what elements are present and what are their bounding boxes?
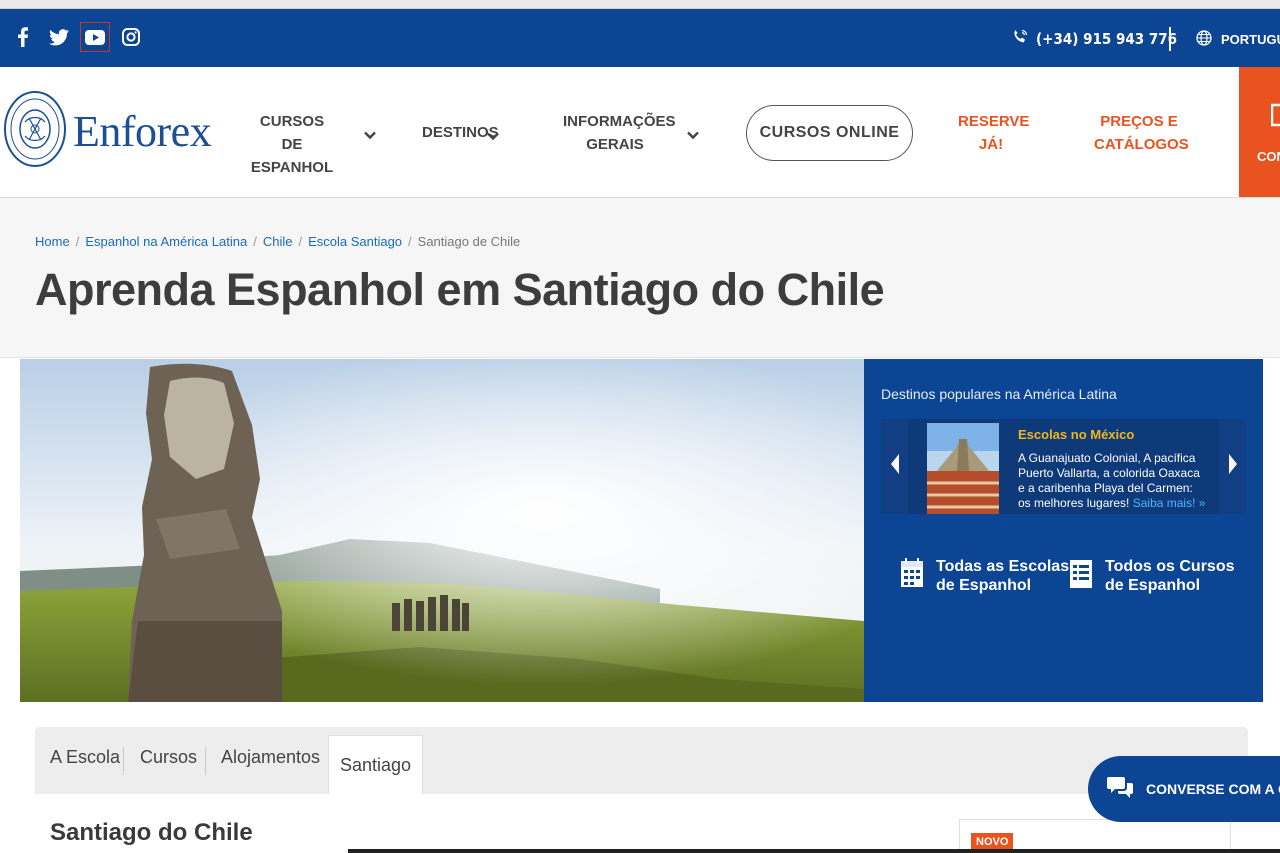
main-header: Enforex CURSOS DE ESPANHOL DESTINOS INFO…: [0, 67, 1280, 198]
tab-a-escola[interactable]: A Escola: [50, 747, 120, 768]
mail-icon: [1270, 103, 1280, 130]
carousel-card-title[interactable]: Escolas no México: [1018, 427, 1134, 442]
link-line1: Todas as Escolas: [936, 558, 1070, 575]
main-content: Destinos populares na América Latina Esc…: [20, 359, 1263, 853]
section-title: Santiago do Chile: [50, 819, 253, 846]
nav-label-line1: RESERVE: [958, 113, 1030, 130]
breadcrumb: Home / Espanhol na América Latina / Chil…: [35, 234, 520, 249]
carousel-prev-button[interactable]: [881, 419, 908, 514]
top-bar: (+34) 915 943 776 PORTUGU: [0, 9, 1280, 67]
breadcrumb-separator: /: [408, 234, 412, 249]
destinations-carousel: Escolas no México A Guanajuato Colonial,…: [881, 419, 1246, 514]
calendar-icon: [900, 557, 924, 594]
browser-strip: [0, 0, 1280, 9]
chevron-right-icon: [1227, 453, 1239, 480]
sidebar-card: NOVO: [959, 819, 1231, 853]
breadcrumb-separator: /: [75, 234, 80, 249]
mexico-pyramid-thumbnail[interactable]: [927, 423, 999, 514]
tab-santiago[interactable]: Santiago: [328, 735, 423, 794]
breadcrumb-home[interactable]: Home: [35, 234, 70, 249]
page-bottom-edge: [348, 849, 1280, 853]
nav-label-line2: ESPANHOL: [250, 159, 334, 176]
breadcrumb-espanhol-america-latina[interactable]: Espanhol na América Latina: [85, 234, 247, 249]
nav-precos-catalogos[interactable]: PREÇOS E CATÁLOGOS: [1094, 110, 1189, 156]
topbar-divider: [1169, 27, 1171, 51]
link-line2: de Espanhol: [936, 577, 1032, 594]
carousel-card-text: A Guanajuato Colonial, A pacífica Puerto…: [1018, 451, 1206, 511]
breadcrumb-current: Santiago de Chile: [417, 234, 521, 249]
link-line1: Todos os Cursos: [1105, 558, 1235, 575]
chat-bubbles-icon: [1106, 774, 1134, 805]
chevron-down-icon[interactable]: [364, 127, 376, 145]
todas-escolas-label: Todas as Escolas de Espanhol: [936, 557, 1069, 595]
logo-text[interactable]: Enforex: [73, 106, 212, 157]
breadcrumb-escola-santiago[interactable]: Escola Santiago: [308, 234, 402, 249]
promo-label: Destinos populares na América Latina: [881, 386, 1117, 402]
document-list-icon: [1069, 557, 1093, 594]
saiba-mais-link[interactable]: Saiba mais! »: [1133, 496, 1206, 510]
tabs-bar: A Escola Cursos Alojamentos Santiago: [35, 727, 1248, 794]
nav-label-line1: PREÇOS E: [1100, 113, 1178, 130]
promo-panel: Destinos populares na América Latina Esc…: [864, 359, 1263, 702]
globe-icon: [1196, 30, 1212, 49]
todas-escolas-link[interactable]: Todas as Escolas de Espanhol: [900, 557, 1069, 595]
youtube-icon[interactable]: [80, 22, 110, 52]
breadcrumb-separator: /: [253, 234, 257, 249]
chat-label: CONVERSE COM A GEN: [1146, 781, 1280, 797]
breadcrumb-separator: /: [298, 234, 303, 249]
page-title: Aprenda Espanhol em Santiago do Chile: [35, 264, 885, 315]
nav-label-line2: JÁ!: [978, 136, 1004, 153]
nav-label-line1: INFORMAÇÕES: [563, 113, 676, 130]
tab-alojamentos[interactable]: Alojamentos: [221, 747, 320, 768]
contact-button[interactable]: CON: [1239, 67, 1280, 197]
language-label[interactable]: PORTUGU: [1221, 32, 1280, 47]
social-links: [12, 22, 142, 52]
language-selector[interactable]: PORTUGU: [1196, 30, 1280, 49]
todos-cursos-label: Todos os Cursos de Espanhol: [1105, 557, 1235, 595]
seal-icon: [3, 90, 67, 173]
hero-image-easter-island: [20, 359, 864, 702]
chevron-down-icon[interactable]: [687, 127, 699, 145]
tab-cursos[interactable]: Cursos: [140, 747, 197, 768]
nav-label-line2: CATÁLOGOS: [1094, 136, 1189, 153]
carousel-next-button[interactable]: [1219, 419, 1246, 514]
instagram-icon[interactable]: [120, 26, 142, 48]
tab-divider: [205, 747, 206, 775]
page-heading-section: Home / Espanhol na América Latina / Chil…: [0, 198, 1280, 358]
facebook-icon[interactable]: [12, 26, 34, 48]
nav-label-line1: CURSOS DE: [259, 113, 325, 153]
cursos-online-button[interactable]: CURSOS ONLINE: [746, 105, 913, 161]
nav-cursos-de-espanhol[interactable]: CURSOS DE ESPANHOL: [248, 110, 336, 179]
tab-divider: [123, 747, 124, 775]
link-line2: de Espanhol: [1105, 577, 1201, 594]
phone-number[interactable]: (+34) 915 943 776: [1036, 30, 1177, 48]
breadcrumb-chile[interactable]: Chile: [263, 234, 293, 249]
nav-informacoes-gerais[interactable]: INFORMAÇÕES GERAIS: [563, 110, 676, 156]
todos-cursos-link[interactable]: Todos os Cursos de Espanhol: [1069, 557, 1235, 595]
nav-label-line2: GERAIS: [586, 136, 644, 153]
tab-santiago-label: Santiago: [339, 754, 412, 775]
nav-reserve-ja[interactable]: RESERVE JÁ!: [958, 110, 1030, 156]
chat-button[interactable]: CONVERSE COM A GEN: [1088, 756, 1280, 822]
enforex-logo[interactable]: Enforex: [3, 90, 212, 173]
twitter-icon[interactable]: [48, 26, 70, 48]
chevron-down-icon[interactable]: [487, 128, 499, 146]
phone-icon: [1012, 29, 1028, 49]
phone-contact[interactable]: (+34) 915 943 776: [1012, 29, 1177, 49]
contact-label: CON: [1257, 149, 1280, 164]
chevron-left-icon: [889, 453, 901, 480]
